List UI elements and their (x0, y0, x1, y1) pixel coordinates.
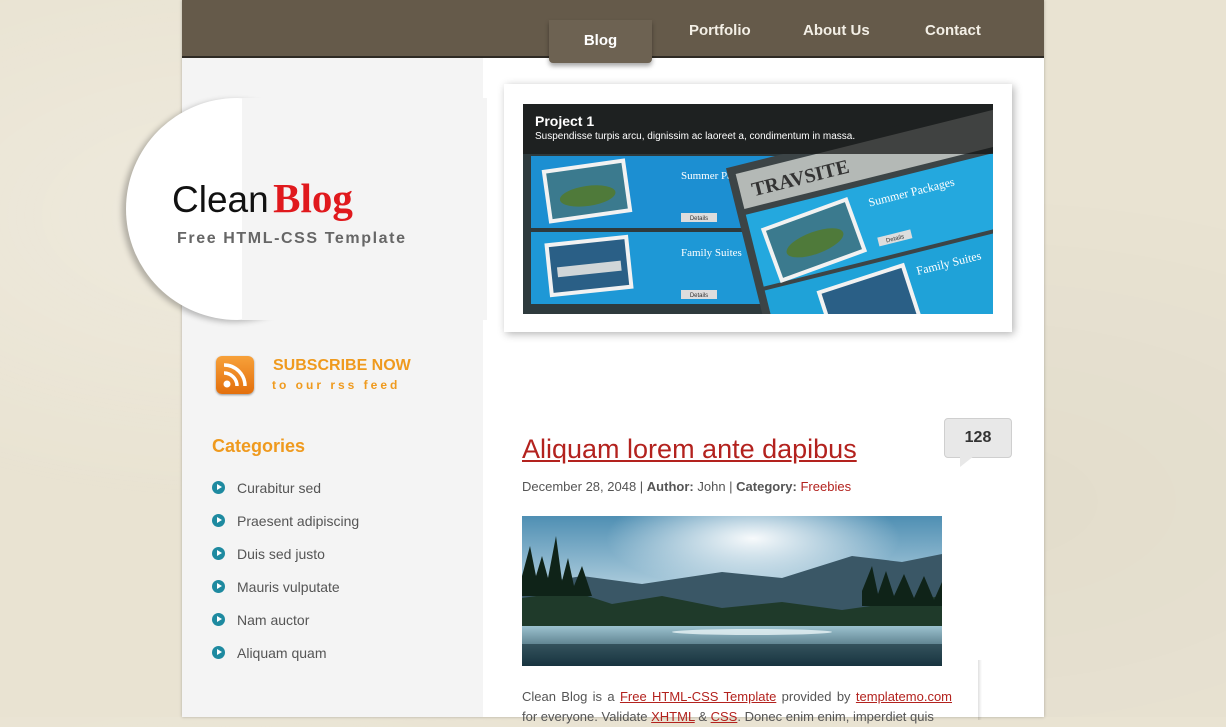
comment-count-badge[interactable]: 128 (944, 418, 1012, 458)
page-wrapper: Blog Portfolio About Us Contact Clean Bl… (126, 0, 1044, 724)
site-logo[interactable]: Clean Blog (172, 174, 353, 222)
category-item[interactable]: Nam auctor (212, 603, 359, 636)
top-navigation-bar: Blog Portfolio About Us Contact (182, 0, 1044, 63)
meta-separator: | (725, 479, 737, 494)
nav-item-about-us[interactable]: About Us (803, 22, 870, 39)
categories-list: Curabitur sed Praesent adipiscing Duis s… (212, 471, 359, 669)
slider-caption: Project 1 Suspendisse turpis arcu, digni… (523, 104, 993, 154)
arrow-bullet-icon (212, 547, 225, 560)
arrow-bullet-icon (212, 646, 225, 659)
free-template-link[interactable]: Free HTML-CSS Template (620, 689, 776, 704)
sidebar: Clean Blog Free HTML-CSS Template SUBSCR… (126, 58, 487, 717)
logo-text-blog: Blog (273, 175, 353, 221)
project-slider[interactable]: Summer Packages Family Suites Details De… (504, 84, 1012, 332)
category-label: Mauris vulputate (237, 578, 340, 595)
category-item[interactable]: Duis sed justo (212, 537, 359, 570)
post-text-segment: Clean Blog is a (522, 689, 620, 704)
category-item[interactable]: Praesent adipiscing (212, 504, 359, 537)
categories-heading: Categories (212, 436, 306, 456)
category-label: Duis sed justo (237, 545, 325, 562)
project-screenshot: Summer Packages Family Suites Details De… (523, 104, 993, 314)
category-item[interactable]: Curabitur sed (212, 471, 359, 504)
post-title-link[interactable]: Aliquam lorem ante dapibus (522, 434, 857, 465)
nav-item-portfolio[interactable]: Portfolio (689, 22, 751, 39)
category-label: Category: (736, 479, 797, 494)
comment-bubble-tail (960, 456, 974, 467)
post-author: John (697, 479, 726, 494)
arrow-bullet-icon (212, 613, 225, 626)
slider-description: Suspendisse turpis arcu, dignissim ac la… (535, 131, 856, 142)
arrow-bullet-icon (212, 481, 225, 494)
category-item[interactable]: Mauris vulputate (212, 570, 359, 603)
rss-feed-icon[interactable] (216, 356, 254, 394)
post-image (522, 516, 942, 666)
post-date: December 28, 2048 (522, 479, 637, 494)
subscribe-link[interactable]: SUBSCRIBE NOW (273, 357, 411, 375)
arrow-bullet-icon (212, 580, 225, 593)
screenshot-text: Family Suites (681, 247, 742, 259)
meta-separator: | (636, 479, 647, 494)
screenshot-text: Details (690, 216, 708, 222)
templatemo-link[interactable]: templatemo.com (856, 689, 952, 704)
category-label: Aliquam quam (237, 644, 327, 661)
screenshot-text: Details (690, 293, 708, 299)
post-text-segment: provided by (776, 689, 856, 704)
slider-title: Project 1 (535, 113, 595, 129)
author-label: Author: (646, 479, 694, 494)
arrow-bullet-icon (212, 514, 225, 527)
post-shadow (978, 660, 982, 720)
site-tagline: Free HTML-CSS Template (177, 230, 407, 247)
nav-item-blog[interactable]: Blog (549, 20, 652, 63)
post-meta: December 28, 2048 | Author: John | Categ… (522, 479, 851, 494)
category-item[interactable]: Aliquam quam (212, 636, 359, 669)
post-category-link[interactable]: Freebies (800, 479, 851, 494)
post-excerpt: Clean Blog is a Free HTML-CSS Template p… (522, 687, 952, 727)
category-label: Nam auctor (237, 611, 310, 628)
category-label: Praesent adipiscing (237, 512, 360, 529)
subscribe-subtitle: to our rss feed (272, 378, 401, 392)
logo-text-clean: Clean (172, 179, 269, 220)
nav-item-contact[interactable]: Contact (925, 22, 981, 39)
category-label: Curabitur sed (237, 479, 322, 496)
